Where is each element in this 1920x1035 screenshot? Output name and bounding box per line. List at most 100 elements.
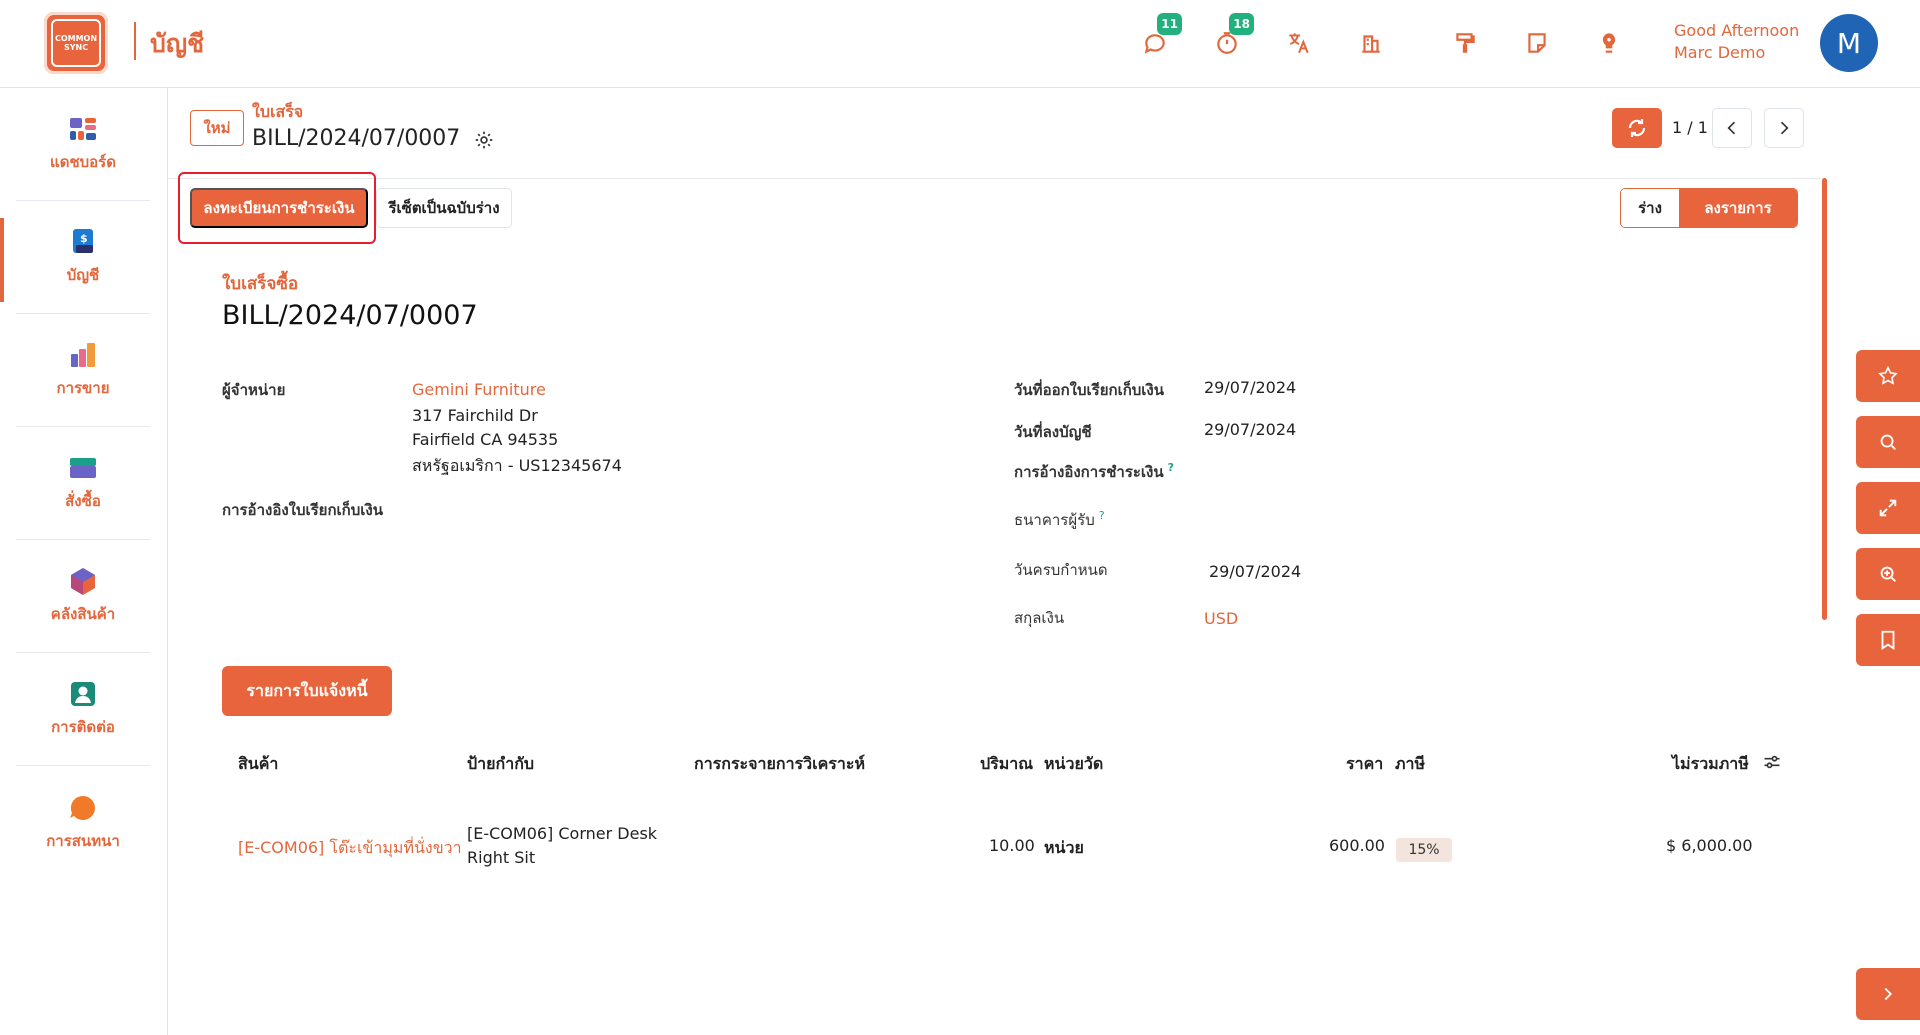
tips-button[interactable] [1594,28,1624,58]
star-icon [1878,365,1898,385]
previous-record-button[interactable] [1712,108,1752,148]
app-title: บัญชี [150,29,205,58]
activities-button[interactable]: 18 [1212,13,1254,58]
favorite-button[interactable] [1856,350,1920,402]
status-posted[interactable]: ลงรายการ [1679,189,1797,227]
row-label-line: [E-COM06] Corner Desk [467,824,658,843]
top-bar: COMMON SYNC บัญชี 11 18 Good Afternoon M… [0,0,1920,88]
sidebar-item-sales[interactable]: การขาย [16,314,150,427]
status-draft[interactable]: ร่าง [1621,189,1679,227]
building-icon [1362,35,1380,53]
due-date-label: วันครบกำหนด [1014,561,1108,579]
messages-badge: 11 [1157,13,1182,35]
accounting-date-field[interactable]: 29/07/2024 [1204,420,1296,439]
notes-button[interactable] [1522,28,1552,58]
recipient-bank-label: ธนาคารผู้รับ? [1014,508,1105,532]
expand-panel-button[interactable] [1856,968,1920,1020]
sync-button[interactable] [1612,108,1662,148]
brand-separator [134,22,136,60]
column-header-subtotal[interactable]: ไม่รวมภาษี [1672,752,1749,777]
purchase-icon [70,458,96,478]
search-button[interactable] [1856,416,1920,468]
greeting-text: Good Afternoon [1674,21,1800,40]
vendor-address-line: Fairfield CA 94535 [412,430,559,449]
sidebar: แดชบอร์ด $ บัญชี การขาย สั่งซื้อ คลังสิน… [0,88,168,1035]
divider [168,178,1820,179]
zoom-button[interactable] [1856,548,1920,600]
bill-date-label: วันที่ออกใบเรียกเก็บเงิน [1014,381,1164,399]
column-header-analytic[interactable]: การกระจายการวิเคราะห์ [694,752,865,777]
contacts-icon [71,682,95,706]
next-record-button[interactable] [1764,108,1804,148]
document-type: ใบเสร็จซื้อ [222,274,299,294]
accounting-date-label: วันที่ลงบัญชี [1014,423,1092,441]
chevron-right-icon [1884,987,1893,1001]
optional-columns-icon[interactable] [1762,752,1782,772]
pager-value[interactable]: 1 / 1 [1672,118,1708,137]
discuss-icon [70,795,95,820]
sidebar-item-discuss[interactable]: การสนทนา [16,766,150,879]
column-header-product[interactable]: สินค้า [238,752,278,777]
accounting-icon: $ [73,229,93,253]
recipient-bank-label-text: ธนาคารผู้รับ [1014,511,1095,529]
sidebar-item-accounting[interactable]: $ บัญชี [16,201,150,314]
bill-date-field[interactable]: 29/07/2024 [1204,378,1296,397]
reset-to-draft-button[interactable]: รีเซ็ตเป็นฉบับร่าง [376,188,512,228]
company-button[interactable] [1356,28,1386,58]
sidebar-item-purchase[interactable]: สั่งซื้อ [16,427,150,540]
breadcrumb-parent[interactable]: ใบเสร็จ [252,100,303,125]
greeting: Good Afternoon Marc Demo [1674,20,1799,64]
inventory-icon [71,568,95,595]
gear-icon[interactable] [474,130,494,150]
translate-icon [1289,33,1309,54]
breadcrumb-current: BILL/2024/07/0007 [252,126,461,151]
row-subtotal: $ 6,000.00 [1666,836,1753,855]
payment-reference-label: การอ้างอิงการชำระเงิน? [1014,460,1174,484]
sidebar-item-inventory[interactable]: คลังสินค้า [16,540,150,653]
language-button[interactable] [1284,28,1314,58]
bookmark-icon [1881,630,1895,650]
column-header-quantity[interactable]: ปริมาณ [980,752,1033,777]
sidebar-item-label: การสนทนา [46,831,120,850]
vendor-address-line: 317 Fairchild Dr [412,406,538,425]
sidebar-item-label: แดชบอร์ด [50,153,116,171]
sidebar-item-contacts[interactable]: การติดต่อ [16,653,150,766]
messages-button[interactable]: 11 [1140,13,1182,58]
paint-roller-icon [1456,33,1475,53]
sidebar-item-label: สั่งซื้อ [65,492,101,510]
dashboard-icon [70,118,96,140]
column-header-taxes[interactable]: ภาษี [1395,752,1425,777]
user-avatar[interactable]: M [1820,14,1878,72]
scrollbar[interactable] [1822,178,1827,620]
bookmark-button[interactable] [1856,614,1920,666]
sidebar-item-label: บัญชี [66,266,100,284]
register-payment-button[interactable]: ลงทะเบียนการชำระเงิน [190,188,368,228]
sidebar-active-indicator [0,218,4,302]
logo-text: COMMON SYNC [51,19,101,67]
zoom-in-icon [1880,566,1896,582]
currency-field[interactable]: USD [1204,609,1238,628]
bill-reference-label: การอ้างอิงใบเรียกเก็บเงิน [222,501,383,519]
sidebar-item-dashboard[interactable]: แดชบอร์ด [16,88,150,201]
expand-button[interactable] [1856,482,1920,534]
help-icon[interactable]: ? [1099,509,1105,522]
vendor-label: ผู้จำหน่าย [222,381,286,399]
due-date-field[interactable]: 29/07/2024 [1209,562,1301,581]
help-icon[interactable]: ? [1168,461,1174,474]
column-header-uom[interactable]: หน่วยวัด [1044,752,1103,777]
column-header-price[interactable]: ราคา [1346,752,1383,777]
tab-invoice-lines[interactable]: รายการใบแจ้งหนี้ [222,666,392,716]
theme-button[interactable] [1450,28,1480,58]
column-header-label[interactable]: ป้ายกำกับ [467,752,534,777]
vendor-link[interactable]: Gemini Furniture [412,380,546,399]
lightbulb-icon [1602,33,1616,53]
note-icon [1528,33,1546,53]
row-quantity: 10.00 [989,836,1035,855]
sidebar-item-label: คลังสินค้า [50,605,116,623]
row-product[interactable]: [E-COM06] โต๊ะเข้ามุมที่นั่งขวา [238,836,462,861]
sales-icon [71,343,95,367]
new-button[interactable]: ใหม่ [190,110,244,146]
app-logo[interactable]: COMMON SYNC [44,12,108,74]
currency-label: สกุลเงิน [1014,609,1065,627]
payment-reference-label-text: การอ้างอิงการชำระเงิน [1014,463,1164,481]
